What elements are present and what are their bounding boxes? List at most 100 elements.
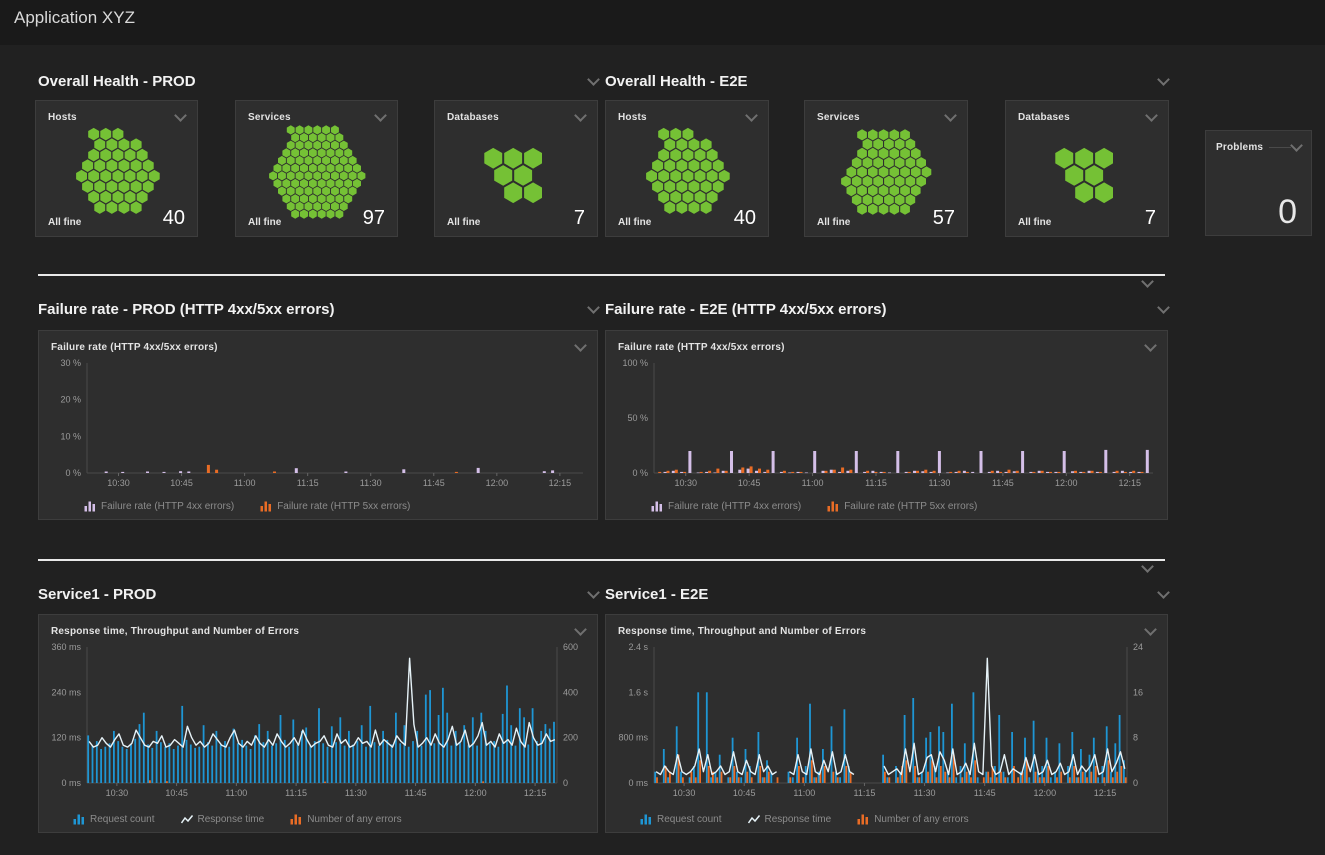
svg-text:10:30: 10:30 <box>106 788 129 798</box>
section-title: Overall Health - PROD <box>38 73 196 90</box>
chevron-down-icon[interactable] <box>745 109 758 122</box>
legend-item[interactable]: Failure rate (HTTP 4xx errors) <box>651 501 801 512</box>
svg-text:11:15: 11:15 <box>285 788 307 798</box>
legend-item[interactable]: Response time <box>181 814 265 825</box>
chart-legend: Failure rate (HTTP 4xx errors) Failure ra… <box>651 501 1003 512</box>
health-tile-databases-e2e[interactable]: Databases All fine7 <box>1005 100 1169 237</box>
status-label: All fine <box>248 217 281 228</box>
svg-text:8: 8 <box>1133 733 1138 743</box>
svg-text:0 %: 0 % <box>65 468 81 478</box>
chevron-down-icon[interactable] <box>1141 560 1154 573</box>
health-tile-services-prod[interactable]: Services All fine97 <box>235 100 398 237</box>
legend-item[interactable]: Failure rate (HTTP 5xx errors) <box>827 501 977 512</box>
svg-text:11:45: 11:45 <box>405 788 427 798</box>
svg-text:0 %: 0 % <box>632 468 648 478</box>
svg-text:11:30: 11:30 <box>345 788 367 798</box>
svg-text:11:00: 11:00 <box>802 478 824 488</box>
svg-text:10:45: 10:45 <box>165 788 188 798</box>
chevron-down-icon[interactable] <box>574 339 587 352</box>
svg-text:0 ms: 0 ms <box>61 778 81 788</box>
legend-label: Number of any errors <box>874 814 968 825</box>
bar-series-icon <box>290 814 302 825</box>
chevron-down-icon[interactable] <box>1144 339 1157 352</box>
svg-text:11:00: 11:00 <box>225 788 247 798</box>
chevron-down-icon[interactable] <box>1157 73 1170 86</box>
placeholder-line <box>1269 147 1291 148</box>
chevron-down-icon[interactable] <box>574 623 587 636</box>
chart-title: Failure rate (HTTP 4xx/5xx errors) <box>618 342 785 353</box>
legend-item[interactable]: Number of any errors <box>290 814 401 825</box>
svg-text:11:30: 11:30 <box>929 478 951 488</box>
status-label: All fine <box>48 217 81 228</box>
svg-text:1.6 s: 1.6 s <box>628 687 648 697</box>
legend-label: Number of any errors <box>307 814 401 825</box>
legend-item[interactable]: Number of any errors <box>857 814 968 825</box>
top-bar: Application XYZ <box>0 0 1325 45</box>
chevron-down-icon[interactable] <box>1144 623 1157 636</box>
svg-text:11:15: 11:15 <box>865 478 887 488</box>
chart-legend: Request count Response time Number of any … <box>73 814 428 825</box>
legend-item[interactable]: Failure rate (HTTP 5xx errors) <box>260 501 410 512</box>
svg-text:12:15: 12:15 <box>1118 478 1141 488</box>
svg-text:0: 0 <box>1133 778 1138 788</box>
health-tile-databases-prod[interactable]: Databases All fine7 <box>434 100 598 237</box>
svg-text:12:15: 12:15 <box>1094 788 1117 798</box>
svg-text:100 %: 100 % <box>622 358 648 368</box>
svg-text:10:30: 10:30 <box>673 788 696 798</box>
section-title: Failure rate - PROD (HTTP 4xx/5xx errors… <box>38 301 335 318</box>
legend-item[interactable]: Failure rate (HTTP 4xx errors) <box>84 501 234 512</box>
svg-text:12:00: 12:00 <box>1055 478 1078 488</box>
bar-series-icon <box>651 501 663 512</box>
chevron-down-icon[interactable] <box>1290 139 1303 152</box>
bar-series-icon <box>827 501 839 512</box>
section-header-health-prod: Overall Health - PROD <box>38 72 598 90</box>
legend-label: Request count <box>90 814 155 825</box>
chart-tile-failure-prod: Failure rate (HTTP 4xx/5xx errors) 30 %2… <box>38 330 598 520</box>
svg-text:11:00: 11:00 <box>793 788 815 798</box>
line-series-icon <box>181 814 193 825</box>
svg-text:11:45: 11:45 <box>974 788 996 798</box>
bar-series-icon <box>73 814 85 825</box>
legend-item[interactable]: Request count <box>73 814 155 825</box>
chevron-down-icon[interactable] <box>1141 275 1154 288</box>
legend-item[interactable]: Response time <box>748 814 832 825</box>
chevron-down-icon[interactable] <box>174 109 187 122</box>
svg-text:50 %: 50 % <box>627 413 648 423</box>
section-header-service-prod: Service1 - PROD <box>38 585 598 603</box>
chevron-down-icon[interactable] <box>1145 109 1158 122</box>
legend-item[interactable]: Request count <box>640 814 722 825</box>
chart-tile-service-prod: Response time, Throughput and Number of … <box>38 614 598 833</box>
chevron-down-icon[interactable] <box>587 301 600 314</box>
health-tile-hosts-e2e[interactable]: Hosts All fine40 <box>605 100 769 237</box>
health-tile-hosts-prod[interactable]: Hosts All fine40 <box>35 100 198 237</box>
chevron-down-icon[interactable] <box>1157 586 1170 599</box>
legend-label: Failure rate (HTTP 4xx errors) <box>101 501 234 512</box>
service-prod-chart: 360 ms240 ms120 ms0 ms600400200010:3010:… <box>41 639 595 801</box>
page-title: Application XYZ <box>14 8 135 28</box>
chart-title: Response time, Throughput and Number of … <box>618 626 866 637</box>
bar-series-icon <box>640 814 652 825</box>
chevron-down-icon[interactable] <box>374 109 387 122</box>
chevron-down-icon[interactable] <box>587 73 600 86</box>
chevron-down-icon[interactable] <box>1157 301 1170 314</box>
chart-legend: Failure rate (HTTP 4xx errors) Failure ra… <box>84 501 436 512</box>
svg-text:12:00: 12:00 <box>486 478 509 488</box>
chevron-down-icon[interactable] <box>574 109 587 122</box>
svg-text:2.4 s: 2.4 s <box>628 642 648 652</box>
section-title: Service1 - PROD <box>38 586 156 603</box>
svg-text:0: 0 <box>563 778 568 788</box>
problems-count: 0 <box>1278 195 1297 229</box>
section-header-health-e2e: Overall Health - E2E <box>605 72 1168 90</box>
chevron-down-icon[interactable] <box>587 586 600 599</box>
section-header-failure-prod: Failure rate - PROD (HTTP 4xx/5xx errors… <box>38 300 598 318</box>
svg-text:10 %: 10 % <box>60 431 81 441</box>
chevron-down-icon[interactable] <box>944 109 957 122</box>
section-title: Failure rate - E2E (HTTP 4xx/5xx errors) <box>605 301 887 318</box>
legend-label: Failure rate (HTTP 4xx errors) <box>668 501 801 512</box>
problems-tile[interactable]: Problems 0 <box>1205 130 1312 236</box>
svg-text:800 ms: 800 ms <box>618 733 648 743</box>
chart-title: Response time, Throughput and Number of … <box>51 626 299 637</box>
health-tile-services-e2e[interactable]: Services All fine57 <box>804 100 968 237</box>
svg-text:0 ms: 0 ms <box>628 778 648 788</box>
svg-text:12:15: 12:15 <box>524 788 547 798</box>
